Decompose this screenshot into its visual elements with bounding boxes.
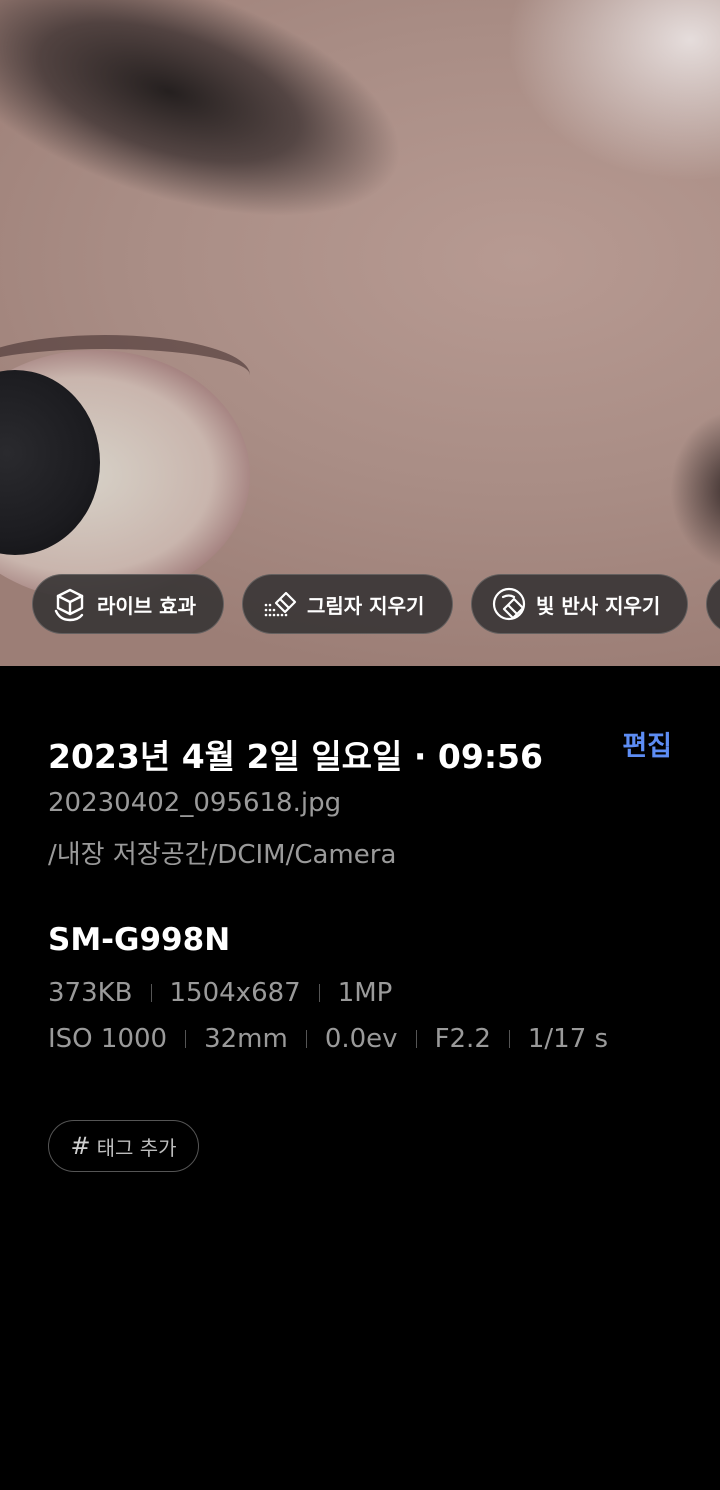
divider — [318, 984, 320, 1002]
divider — [150, 984, 152, 1002]
details-panel: 2023년 4월 2일 일요일 · 09:56 편집 20230402_0956… — [0, 666, 720, 1490]
photo-eyebrow — [0, 0, 536, 378]
focal-length: 32mm — [204, 1024, 288, 1054]
divider — [415, 1030, 417, 1048]
camera-specs-row: ISO 1000 32mm 0.0ev F2.2 1/17 s — [48, 1024, 608, 1054]
divider — [508, 1030, 510, 1048]
photo-eyelid — [0, 335, 250, 415]
add-tag-button[interactable]: # 태그 추가 — [48, 1120, 199, 1172]
divider — [185, 1030, 187, 1048]
shutter-speed: 1/17 s — [527, 1024, 609, 1054]
live-effect-button[interactable]: 라이브 효과 — [32, 574, 224, 634]
date-time: 2023년 4월 2일 일요일 · 09:56 — [48, 737, 543, 776]
hash-icon: # — [70, 1132, 91, 1160]
file-specs-row: 373KB 1504x687 1MP — [48, 978, 392, 1008]
file-name: 20230402_095618.jpg — [48, 788, 342, 818]
live-effect-label: 라이브 효과 — [97, 593, 196, 618]
divider — [305, 1030, 307, 1048]
live-effect-icon — [51, 585, 89, 623]
shadow-eraser-icon — [261, 585, 299, 623]
glare-eraser-icon — [490, 585, 528, 623]
more-effects-button[interactable] — [706, 574, 720, 634]
resolution: 1504x687 — [169, 978, 301, 1008]
edit-button[interactable]: 편집 — [622, 724, 672, 763]
file-size: 373KB — [48, 978, 133, 1008]
add-tag-label: 태그 추가 — [96, 1135, 177, 1160]
megapixels: 1MP — [337, 978, 393, 1008]
file-path: /내장 저장공간/DCIM/Camera — [48, 840, 397, 870]
photo-shadow — [670, 410, 720, 570]
glare-eraser-label: 빛 반사 지우기 — [536, 593, 661, 618]
photo-viewer[interactable]: 라이브 효과 그림자 지우기 빛 반사 지우기 — [0, 0, 720, 666]
device-model: SM-G998N — [48, 922, 231, 958]
shadow-eraser-button[interactable]: 그림자 지우기 — [242, 574, 453, 634]
glare-eraser-button[interactable]: 빛 반사 지우기 — [471, 574, 688, 634]
iso: ISO 1000 — [48, 1024, 168, 1054]
aperture: F2.2 — [434, 1024, 491, 1054]
shadow-eraser-label: 그림자 지우기 — [307, 593, 425, 618]
exposure-value: 0.0ev — [324, 1024, 398, 1054]
